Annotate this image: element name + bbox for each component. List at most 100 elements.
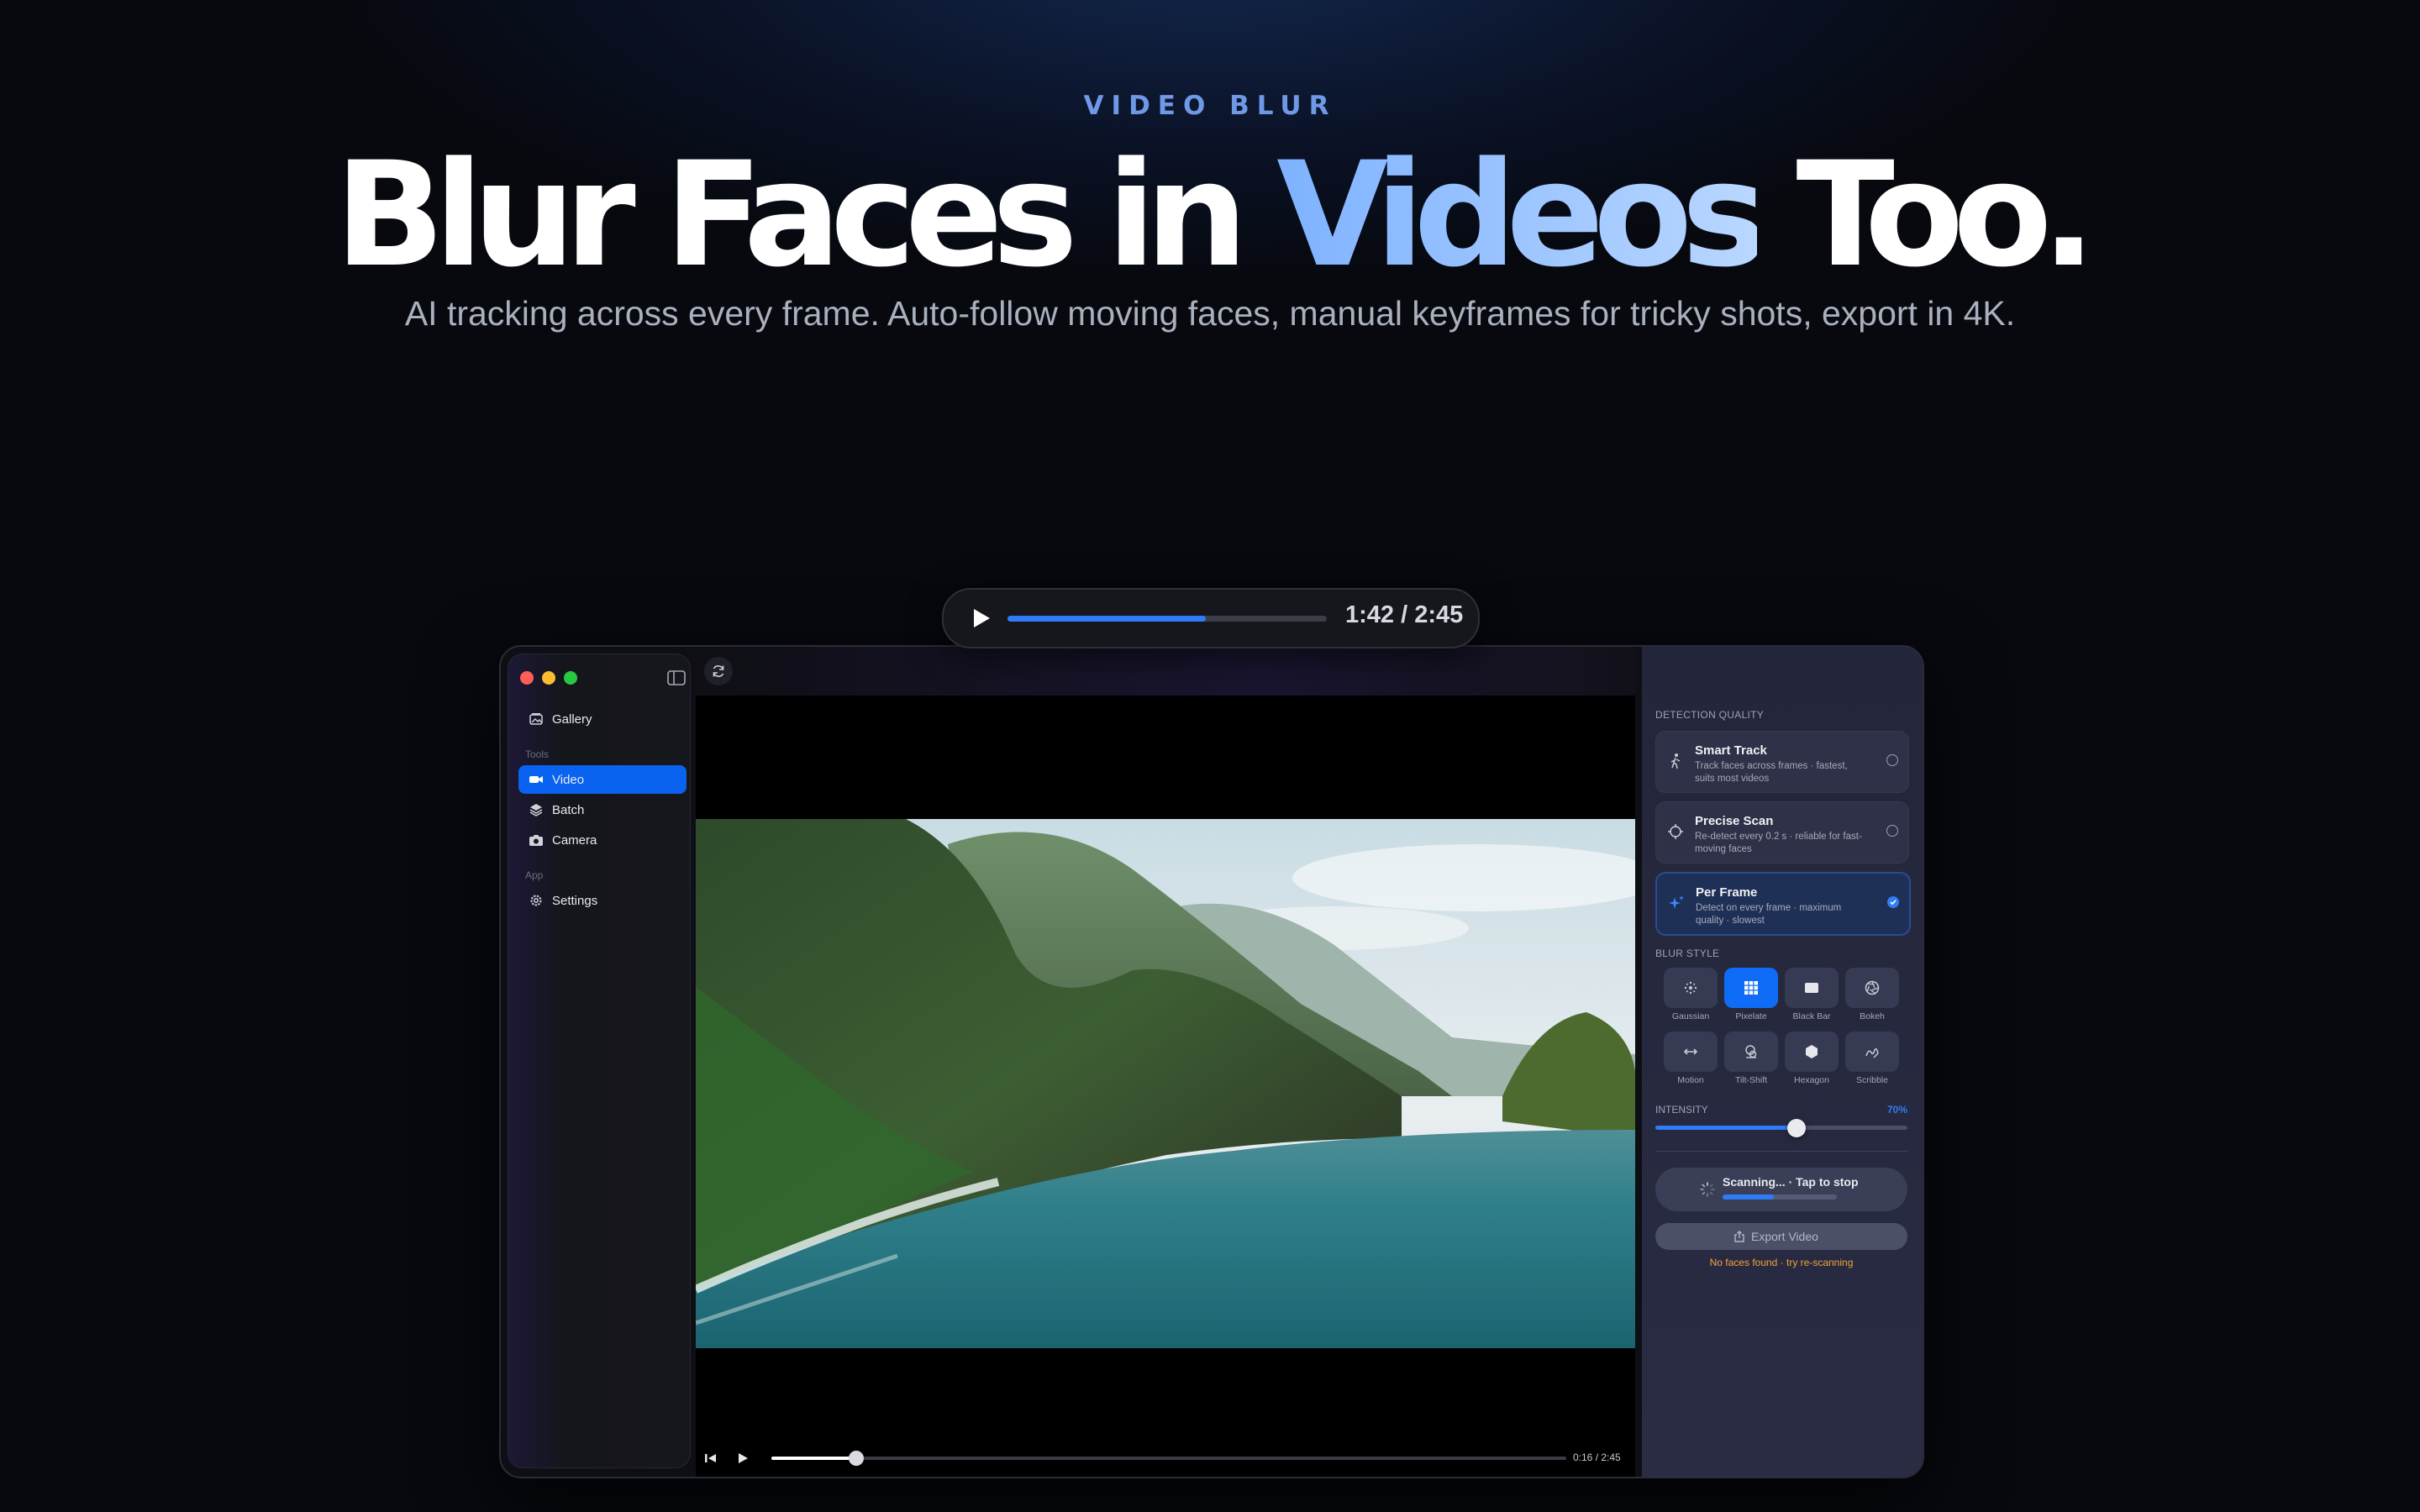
scan-button[interactable]: Scanning... · Tap to stop (1655, 1168, 1907, 1211)
tilt-shift-icon (1745, 1045, 1757, 1058)
radio-button[interactable] (1886, 754, 1898, 766)
blur-style-gaussian-button[interactable] (1664, 968, 1718, 1008)
player-progress-bar[interactable] (1007, 616, 1327, 622)
quality-option-precise-scan[interactable]: Precise Scan Re-detect every 0.2 s · rel… (1655, 801, 1909, 864)
blur-style-heading: BLUR STYLE (1655, 948, 1720, 959)
hexagon-icon (1806, 1045, 1818, 1058)
export-icon (1734, 1231, 1744, 1242)
blur-style-pixelate-button[interactable] (1724, 968, 1778, 1008)
blur-style-label: Motion (1677, 1075, 1704, 1085)
quality-option-title: Precise Scan (1695, 814, 1774, 828)
quality-option-desc: Re-detect every 0.2 s · reliable for fas… (1695, 832, 1862, 854)
blur-style-black-bar-button[interactable] (1785, 968, 1839, 1008)
blur-style-label: Bokeh (1860, 1011, 1885, 1021)
intensity-slider[interactable] (1655, 1119, 1907, 1137)
pixelate-icon (1744, 981, 1758, 995)
hero-eyebrow: VIDEO BLUR (1083, 91, 1337, 121)
video-area: 0:16 / 2:45 (696, 647, 1635, 1477)
sidebar-item-label: Batch (552, 803, 585, 817)
spinner-icon (1700, 1182, 1715, 1197)
window-zoom-button[interactable] (564, 671, 577, 685)
settings-panel: DETECTION QUALITY Smart Track Track face… (1642, 647, 1923, 1477)
intensity-label: INTENSITY (1655, 1104, 1708, 1116)
sidebar: Gallery Tools Video Batch Camera App Set… (508, 654, 691, 1468)
hero-subtitle: AI tracking across every frame. Auto-fol… (404, 294, 2016, 333)
gaussian-icon (1684, 981, 1697, 995)
player-time: 1:42 / 2:45 (1345, 601, 1464, 628)
scan-progress-bar (1723, 1194, 1837, 1200)
radio-button[interactable] (1886, 825, 1898, 837)
blur-style-label: Hexagon (1793, 1075, 1830, 1085)
sidebar-item-video[interactable]: Video (518, 765, 687, 794)
sidebar-item-label: Gallery (552, 712, 592, 727)
checkmark-icon (1890, 900, 1897, 906)
video-frame[interactable] (696, 819, 1635, 1348)
hero-title: Blur Faces in Videos Too. (0, 131, 2420, 299)
sidebar-item-settings[interactable]: Settings (518, 886, 687, 915)
blur-style-bokeh-button[interactable] (1845, 968, 1899, 1008)
video-scrubber-knob[interactable] (849, 1451, 865, 1466)
app-window: Gallery Tools Video Batch Camera App Set… (499, 645, 1924, 1478)
video-scrubber-fill (771, 1457, 857, 1460)
video-controls: 0:16 / 2:45 (696, 1443, 1635, 1473)
video-time: 0:16 / 2:45 (1573, 1452, 1621, 1463)
intensity-slider-fill (1655, 1126, 1797, 1130)
hero-title-part2: Too. (1756, 130, 2096, 299)
blur-style-label: Black Bar (1792, 1011, 1831, 1021)
sidebar-item-gallery[interactable]: Gallery (518, 705, 687, 733)
walking-person-icon (1670, 753, 1681, 769)
detection-quality-heading: DETECTION QUALITY (1655, 709, 1765, 721)
blur-style-hexagon-button[interactable] (1785, 1032, 1839, 1072)
blur-style-label: Pixelate (1735, 1011, 1767, 1021)
refresh-button[interactable] (704, 657, 733, 685)
intensity-value: 70% (1886, 1104, 1907, 1116)
sidebar-item-label: Video (552, 773, 585, 787)
export-video-label: Export Video (1751, 1230, 1818, 1243)
blur-style-scribble-button[interactable] (1845, 1032, 1899, 1072)
sidebar-toggle-icon[interactable] (666, 669, 687, 686)
video-scrubber[interactable] (771, 1451, 1566, 1466)
hero-title-accent: Videos (1276, 130, 1767, 299)
blur-style-tilt-shift-button[interactable] (1724, 1032, 1778, 1072)
sidebar-section-tools: Tools (525, 748, 550, 760)
quality-option-smart-track[interactable]: Smart Track Track faces across frames · … (1655, 731, 1909, 793)
quality-option-title: Smart Track (1695, 743, 1767, 758)
play-icon[interactable] (967, 605, 994, 632)
window-close-button[interactable] (520, 671, 534, 685)
sidebar-item-batch[interactable]: Batch (518, 795, 687, 824)
sidebar-item-label: Camera (552, 833, 597, 848)
scan-progress-fill (1723, 1194, 1775, 1200)
blur-style-label: Tilt-Shift (1734, 1075, 1768, 1085)
sidebar-section-app: App (525, 869, 544, 881)
window-minimize-button[interactable] (542, 671, 555, 685)
main-toolbar (696, 647, 1635, 696)
radio-button-checked[interactable] (1887, 896, 1899, 908)
quality-option-title: Per Frame (1696, 885, 1758, 900)
player-progress-fill (1007, 616, 1206, 622)
bokeh-icon (1865, 980, 1880, 995)
blur-style-motion-button[interactable] (1664, 1032, 1718, 1072)
play-icon[interactable] (734, 1450, 751, 1467)
blur-style-label: Gaussian (1671, 1011, 1710, 1021)
hero-title-part1: Blur Faces in (334, 130, 1277, 299)
sidebar-item-label: Settings (552, 894, 598, 908)
quality-option-desc: Track faces across frames · fastest, sui… (1695, 761, 1848, 784)
motion-icon (1683, 1048, 1698, 1055)
sparkles-icon (1669, 895, 1684, 909)
export-video-button[interactable]: Export Video (1655, 1223, 1907, 1250)
quality-option-desc: Detect on every frame · maximum quality … (1696, 903, 1842, 926)
skip-back-icon[interactable] (702, 1450, 719, 1467)
camera-icon (529, 835, 543, 846)
floating-player: 1:42 / 2:45 (942, 588, 1480, 648)
video-camera-icon (529, 776, 543, 783)
quality-option-per-frame[interactable]: Per Frame Detect on every frame · maximu… (1655, 872, 1911, 936)
blur-style-label: Scribble (1856, 1075, 1888, 1085)
refresh-icon (713, 665, 724, 677)
black-bar-icon (1805, 983, 1818, 993)
scan-status-text: Scanning... · Tap to stop (1723, 1175, 1859, 1189)
intensity-slider-knob[interactable] (1787, 1119, 1806, 1137)
divider (1655, 1151, 1907, 1152)
sidebar-item-camera[interactable]: Camera (518, 826, 687, 854)
layers-icon (529, 804, 543, 816)
scribble-icon (1865, 1047, 1879, 1058)
